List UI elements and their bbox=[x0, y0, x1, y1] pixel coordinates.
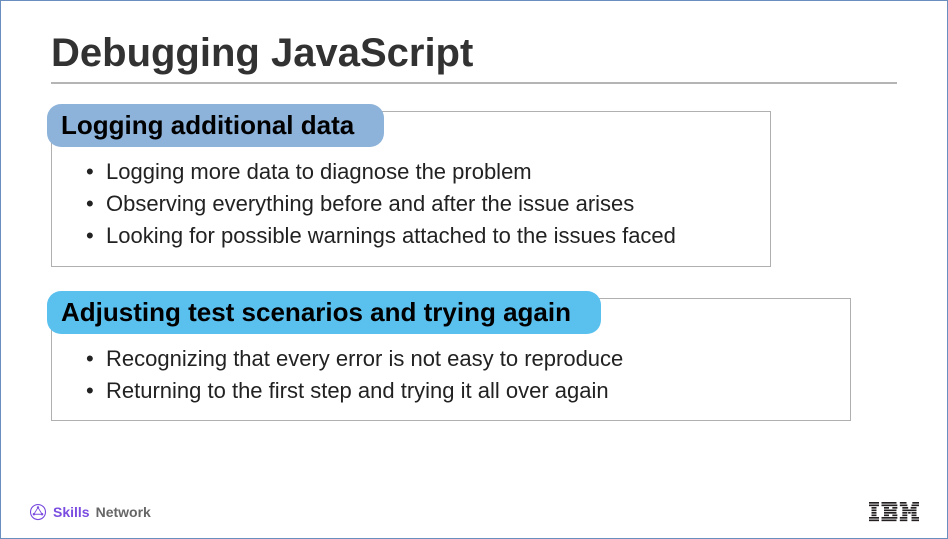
slide: Debugging JavaScript Logging additional … bbox=[0, 0, 948, 539]
list-item: Returning to the first step and trying i… bbox=[82, 375, 830, 407]
skills-network-icon bbox=[29, 503, 47, 521]
list-item: Logging more data to diagnose the proble… bbox=[82, 156, 750, 188]
section-logging: Logging additional data Logging more dat… bbox=[51, 104, 897, 267]
list-item: Recognizing that every error is not easy… bbox=[82, 343, 830, 375]
section-adjusting: Adjusting test scenarios and trying agai… bbox=[51, 291, 897, 422]
footer-network-text: Network bbox=[96, 504, 151, 520]
skills-network-logo: Skills Network bbox=[29, 503, 151, 521]
ibm-logo bbox=[869, 502, 919, 522]
list-item: Looking for possible warnings attached t… bbox=[82, 220, 750, 252]
footer: Skills Network bbox=[29, 502, 919, 522]
section-header-adjusting: Adjusting test scenarios and trying agai… bbox=[47, 291, 601, 334]
slide-title: Debugging JavaScript bbox=[51, 31, 897, 84]
list-item: Observing everything before and after th… bbox=[82, 188, 750, 220]
footer-skills-text: Skills bbox=[53, 504, 90, 520]
section-header-logging: Logging additional data bbox=[47, 104, 384, 147]
